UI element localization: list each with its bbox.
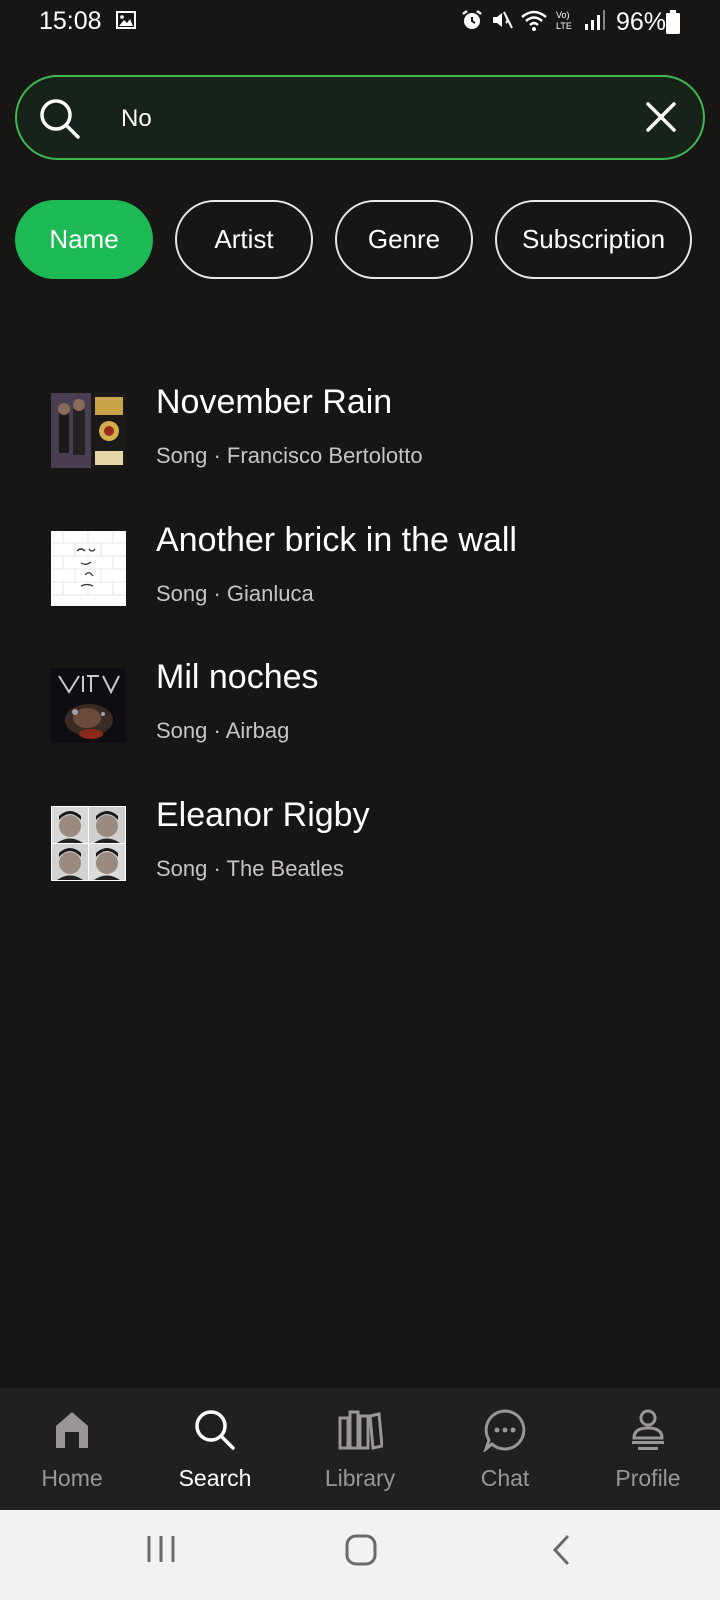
nav-item-search[interactable]: Search [155,1388,275,1510]
nav-label: Search [178,1465,252,1491]
result-item[interactable]: Eleanor Rigby Song · The Beatles [51,796,691,916]
filter-chip-genre[interactable]: Genre [335,200,473,279]
nav-item-home[interactable]: Home [12,1388,132,1510]
result-subtitle: Song · Gianluca [156,581,314,606]
result-subtitle: Song · Francisco Bertolotto [156,443,423,468]
clear-search-icon[interactable] [643,99,679,140]
filter-chip-label: Subscription [521,224,666,254]
search-screen: 15:08 Vo) LTE 96% No Name Artist Genre S… [0,0,720,1600]
recent-apps-icon[interactable] [146,1534,176,1569]
result-item[interactable]: Mil noches Song · Airbag [51,658,691,778]
result-subtitle: Song · Airbag [156,718,290,743]
filter-chip-subscription[interactable]: Subscription [495,200,692,279]
search-icon [39,98,81,145]
filter-chip-label: Genre [367,224,441,254]
system-nav-bar [0,1510,720,1600]
search-icon [193,1408,237,1457]
album-art-thumbnail [51,531,126,606]
filter-chip-artist[interactable]: Artist [175,200,313,279]
library-icon [337,1408,384,1457]
battery-percentage: 96% [615,7,666,36]
svg-text:Vo): Vo) [556,10,570,20]
status-icons: Vo) LTE 96% [460,7,666,37]
result-title: Eleanor Rigby [156,796,370,834]
alarm-icon [460,8,484,37]
mute-icon [490,8,514,37]
status-time: 15:08 [39,7,102,35]
battery-icon [666,10,680,39]
bottom-nav: Home Search Library Chat Profile [0,1388,720,1510]
result-title: Another brick in the wall [156,521,517,559]
search-input[interactable] [121,99,601,139]
nav-item-profile[interactable]: Profile [588,1388,708,1510]
nav-label: Profile [615,1465,681,1491]
chat-icon [482,1408,527,1457]
result-title: Mil noches [156,658,319,696]
nav-item-chat[interactable]: Chat [445,1388,565,1510]
result-item[interactable]: November Rain Song · Francisco Bertolott… [51,383,691,503]
nav-label: Home [41,1465,103,1491]
back-icon[interactable] [550,1534,574,1571]
nav-label: Library [324,1465,396,1491]
nav-label: Chat [480,1465,530,1491]
gallery-icon [116,11,136,34]
filter-chip-label: Artist [214,224,274,254]
filter-chip-name[interactable]: Name [15,200,153,279]
status-bar: 15:08 Vo) LTE 96% [0,0,720,44]
album-art-thumbnail [51,806,126,881]
result-title: November Rain [156,383,393,421]
signal-icon [584,8,606,37]
home-icon [52,1408,92,1457]
filter-chip-label: Name [49,224,119,254]
album-art-thumbnail [51,668,126,743]
result-subtitle: Song · The Beatles [156,856,344,881]
svg-text:LTE: LTE [556,21,572,31]
nav-item-library[interactable]: Library [300,1388,420,1510]
wifi-icon [520,8,548,37]
profile-icon [628,1408,668,1457]
home-button-icon[interactable] [345,1534,377,1571]
search-bar[interactable] [15,75,705,160]
album-art-thumbnail [51,393,126,468]
volte-icon: Vo) LTE [554,8,578,37]
result-item[interactable]: Another brick in the wall Song · Gianluc… [51,521,691,641]
